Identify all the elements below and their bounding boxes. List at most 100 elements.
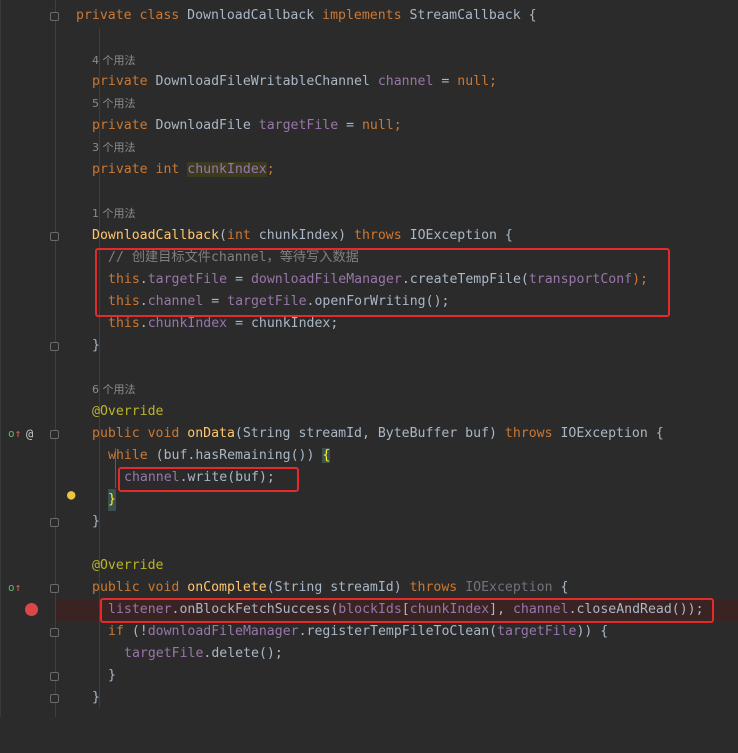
token: private [92,162,156,177]
token: public [92,580,148,595]
token: void [147,426,188,441]
token: )) { [576,624,609,639]
token: DownloadCallback [187,8,323,23]
token: . [139,316,148,331]
token: = chunkIndex; [227,316,339,331]
usages-hint[interactable]: 3 个用法 [92,137,136,159]
token: .delete(); [203,646,283,661]
code-line[interactable]: this.chunkIndex = chunkIndex; [0,313,738,335]
code-editor[interactable]: private class DownloadCallback implement… [0,0,738,717]
token: private class [76,8,188,23]
token: throws [409,580,466,595]
highlight-box [100,598,714,623]
overriding-method-icon[interactable]: o↑ [8,428,21,440]
token: chunkIndex [187,162,267,177]
token: DownloadFileWritableChannel [155,74,378,89]
code-line[interactable]: } [0,489,738,511]
token: IOException { [560,426,664,441]
token: channel [377,74,434,89]
code-line[interactable]: @Override [0,401,738,423]
highlight-box [95,248,670,317]
fold-toggle[interactable] [50,628,59,637]
code-line[interactable]: private class DownloadCallback implement… [0,5,738,27]
token: chunkIndex) [258,228,355,243]
token: (String streamId, ByteBuffer buf) [234,426,505,441]
token: ; [489,74,497,89]
token: (String streamId) [266,580,410,595]
token: while [108,448,156,463]
token: targetFile [497,624,577,639]
annotation-at-icon[interactable]: @ [26,428,33,440]
code-line[interactable]: private DownloadFileWritableChannel chan… [0,71,738,93]
token: chunkIndex [147,316,228,331]
usages-hint[interactable]: 5 个用法 [92,93,136,115]
token: (! [131,624,148,639]
token: ( [219,228,227,243]
code-line[interactable]: if (!downloadFileManager.registerTempFil… [0,621,738,643]
token: } [108,668,116,683]
code-line[interactable]: DownloadCallback(int chunkIndex) throws … [0,225,738,247]
token: public [92,426,148,441]
usages-hint[interactable]: 4 个用法 [92,50,136,72]
token: } [92,514,100,529]
breakpoint-icon[interactable] [25,603,38,616]
fold-toggle[interactable] [50,342,59,351]
token: DownloadCallback [92,228,220,243]
code-line[interactable]: while (buf.hasRemaining()) { [0,445,738,467]
code-line[interactable]: } [0,335,738,357]
fold-toggle[interactable] [50,694,59,703]
token: IOException { [409,228,513,243]
token: null [457,74,490,89]
fold-toggle[interactable] [50,12,59,21]
token: IOException [465,580,553,595]
token: ; [393,118,402,133]
fold-toggle[interactable] [50,672,59,681]
token: targetFile [124,646,204,661]
code-line[interactable]: } [0,687,738,709]
fold-toggle[interactable] [50,430,59,439]
token: void [147,580,188,595]
token: { [322,448,331,463]
token: } [108,489,116,511]
token: DownloadFile [155,118,259,133]
token: int [155,162,188,177]
usages-hint[interactable]: 1 个用法 [92,203,136,225]
code-line[interactable]: private DownloadFile targetFile = null; [0,115,738,137]
overriding-method-icon[interactable]: o↑ [8,582,21,594]
token: this [108,316,140,331]
token: downloadFileManager [147,624,299,639]
intention-bulb-icon[interactable]: ● [67,488,75,502]
usages-hint[interactable]: 6 个用法 [92,379,136,401]
token: if [108,624,132,639]
token: private [92,118,156,133]
token: StreamCallback { [409,8,537,23]
code-line[interactable]: } [0,665,738,687]
token: ; [266,162,275,177]
token: @Override [92,558,164,573]
token: onComplete [187,580,267,595]
code-line[interactable]: channel.write(buf); [0,467,738,489]
token: { [552,580,569,595]
fold-toggle[interactable] [50,584,59,593]
token: throws [504,426,561,441]
token: = [433,74,458,89]
code-line[interactable]: private int chunkIndex; [0,159,738,181]
token: onData [187,426,235,441]
token: @Override [92,404,164,419]
token: null [361,118,394,133]
token: .registerTempFileToClean( [298,624,498,639]
code-line[interactable]: targetFile.delete(); [0,643,738,665]
fold-toggle[interactable] [50,232,59,241]
fold-toggle[interactable] [50,518,59,527]
token: } [92,690,100,705]
code-line[interactable]: @Override [0,555,738,577]
code-line[interactable]: public void onComplete(String streamId) … [0,577,738,599]
token: implements [322,8,410,23]
code-line[interactable]: public void onData(String streamId, Byte… [0,423,738,445]
token: } [92,338,100,353]
code-line[interactable]: } [0,511,738,533]
token: private [92,74,156,89]
token: (buf.hasRemaining()) [155,448,323,463]
token: throws [354,228,410,243]
token: int [227,228,259,243]
